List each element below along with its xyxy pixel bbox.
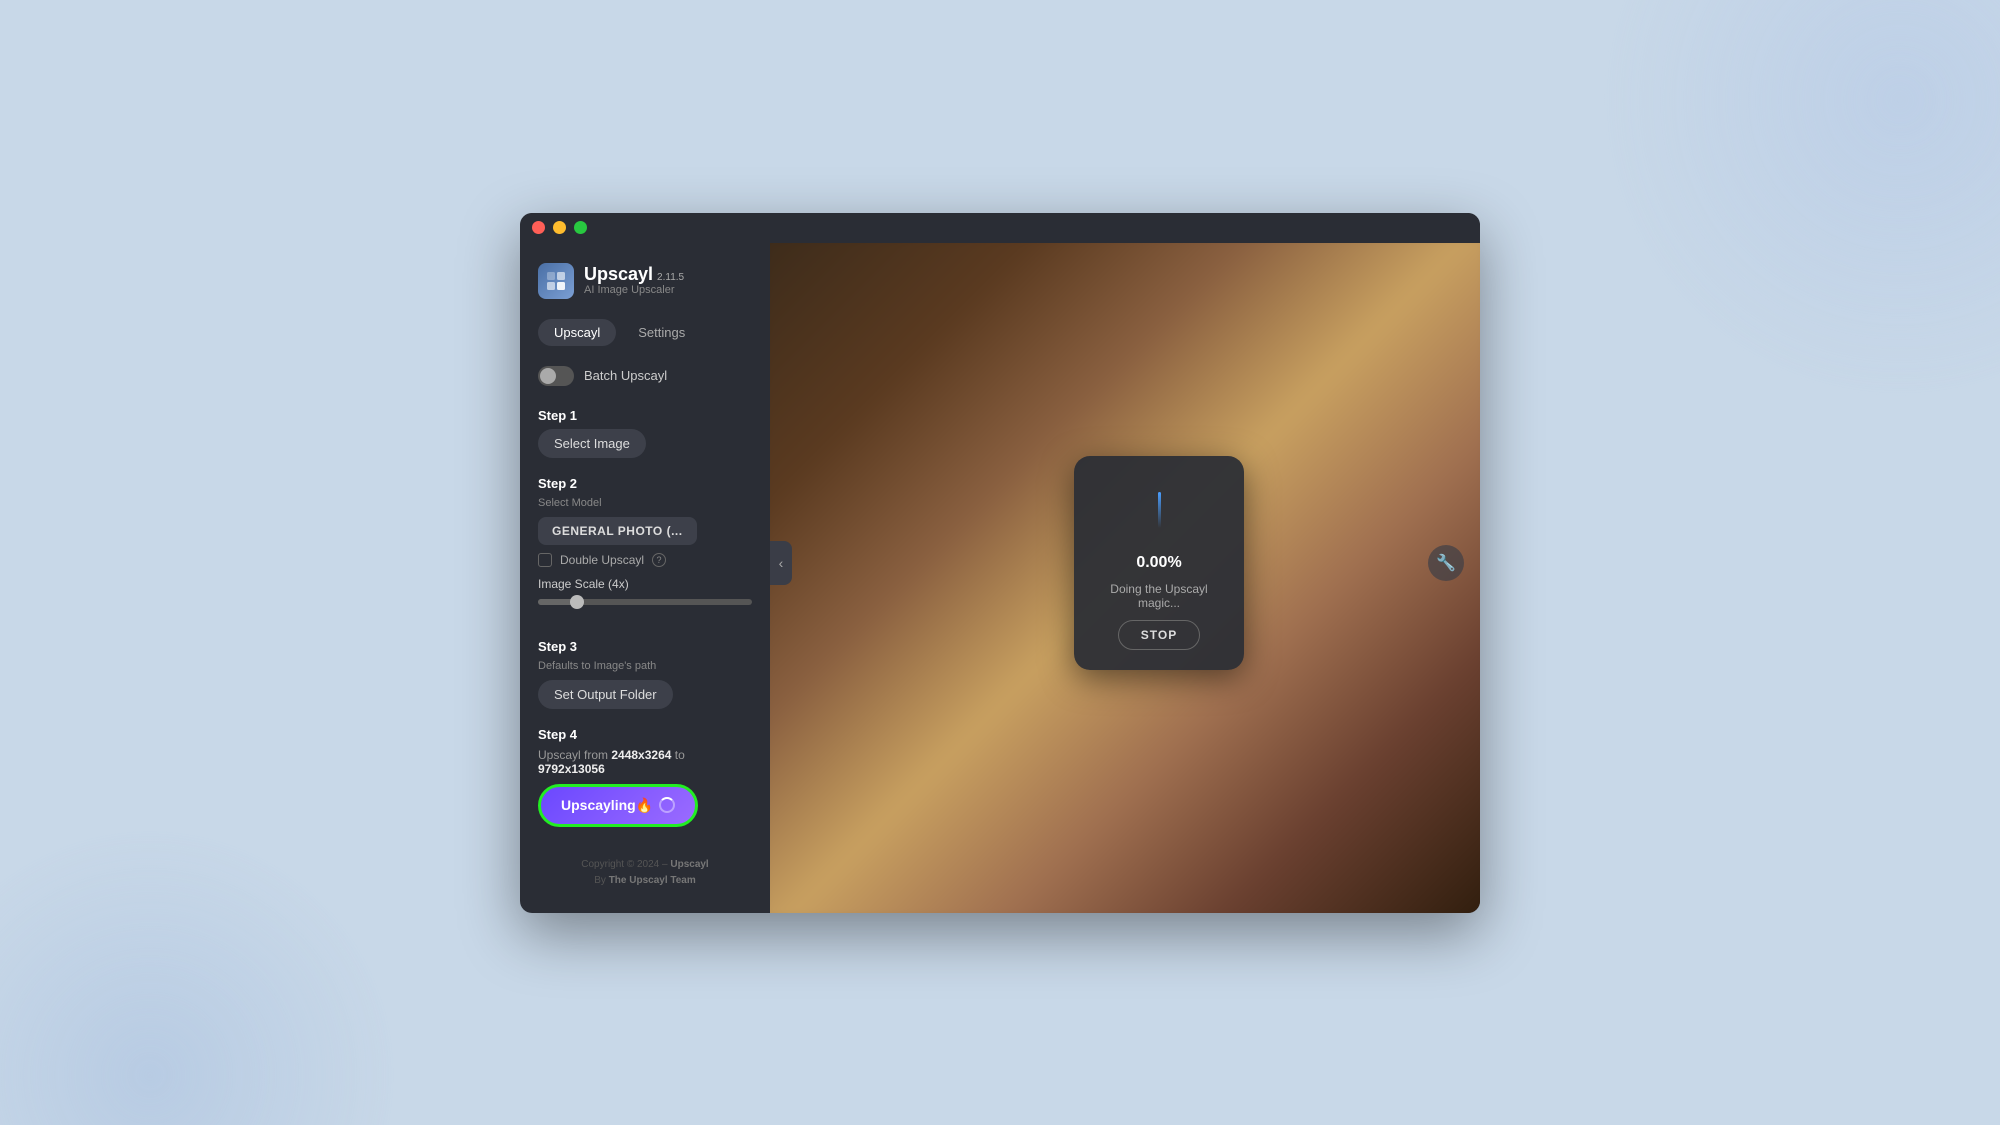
upscayl-button[interactable]: Upscayling🔥 bbox=[538, 784, 698, 827]
step4-to: to bbox=[675, 748, 685, 762]
step4-prefix: Upscayl from bbox=[538, 748, 611, 762]
double-upscayl-checkbox[interactable] bbox=[538, 553, 552, 567]
step4-label: Step 4 bbox=[538, 727, 752, 742]
step3-section: Step 3 Defaults to Image's path Set Outp… bbox=[538, 639, 752, 709]
upscayl-button-label: Upscayling🔥 bbox=[561, 797, 653, 814]
close-button[interactable] bbox=[532, 221, 545, 234]
double-upscayl-label: Double Upscayl bbox=[560, 553, 644, 567]
copyright-app: Upscayl bbox=[670, 859, 708, 870]
select-image-button[interactable]: Select Image bbox=[538, 429, 646, 458]
copyright-team: The Upscayl Team bbox=[609, 875, 696, 886]
progress-percent: 0.00% bbox=[1136, 554, 1181, 572]
batch-toggle-label: Batch Upscayl bbox=[584, 368, 667, 383]
step4-section: Step 4 Upscayl from 2448x3264 to 9792x13… bbox=[538, 727, 752, 827]
minimize-button[interactable] bbox=[553, 221, 566, 234]
model-select-button[interactable]: GENERAL PHOTO (... bbox=[538, 517, 697, 545]
settings-icon-button[interactable]: 🔧 bbox=[1428, 545, 1464, 581]
step4-description: Upscayl from 2448x3264 to 9792x13056 bbox=[538, 748, 752, 776]
step2-label: Step 2 bbox=[538, 476, 752, 491]
progress-indicator bbox=[1158, 492, 1161, 528]
step1-section: Step 1 Select Image bbox=[538, 408, 752, 458]
progress-modal: 0.00% Doing the Upscayl magic... STOP bbox=[1074, 456, 1244, 670]
step2-sublabel: Select Model bbox=[538, 497, 752, 509]
set-output-folder-button[interactable]: Set Output Folder bbox=[538, 680, 673, 709]
scale-label: Image Scale (4x) bbox=[538, 577, 752, 591]
batch-toggle-row: Batch Upscayl bbox=[538, 366, 752, 386]
progress-bar-container bbox=[1129, 480, 1189, 540]
wrench-icon: 🔧 bbox=[1436, 553, 1456, 573]
step3-sublabel: Defaults to Image's path bbox=[538, 660, 752, 672]
sidebar: Upscayl2.11.5 AI Image Upscaler Upscayl … bbox=[520, 213, 770, 913]
app-title-group: Upscayl2.11.5 AI Image Upscaler bbox=[584, 265, 684, 297]
step1-label: Step 1 bbox=[538, 408, 752, 423]
batch-toggle-switch[interactable] bbox=[538, 366, 574, 386]
copyright: Copyright © 2024 – Upscayl By The Upscay… bbox=[538, 845, 752, 897]
app-subtitle: AI Image Upscaler bbox=[584, 284, 684, 296]
spinner-icon bbox=[659, 797, 675, 813]
titlebar bbox=[520, 213, 1480, 243]
main-content: ‹ 0.00% Doing the Upscayl magic... STOP … bbox=[770, 213, 1480, 913]
app-title: Upscayl2.11.5 bbox=[584, 265, 684, 285]
step2-section: Step 2 Select Model GENERAL PHOTO (... D… bbox=[538, 476, 752, 621]
app-window: Upscayl2.11.5 AI Image Upscaler Upscayl … bbox=[520, 213, 1480, 913]
collapse-sidebar-button[interactable]: ‹ bbox=[770, 541, 792, 585]
step4-from-size: 2448x3264 bbox=[611, 748, 671, 762]
step3-label: Step 3 bbox=[538, 639, 752, 654]
double-upscayl-row: Double Upscayl ? bbox=[538, 553, 752, 567]
tab-row: Upscayl Settings bbox=[538, 319, 752, 346]
help-badge[interactable]: ? bbox=[652, 553, 666, 567]
stop-button[interactable]: STOP bbox=[1118, 620, 1200, 650]
tab-settings[interactable]: Settings bbox=[622, 319, 701, 346]
copyright-by: By bbox=[594, 875, 606, 886]
tab-upscayl[interactable]: Upscayl bbox=[538, 319, 616, 346]
scale-slider-track[interactable] bbox=[538, 599, 752, 605]
copyright-text: Copyright © 2024 – bbox=[581, 859, 667, 870]
app-header: Upscayl2.11.5 AI Image Upscaler bbox=[538, 263, 752, 299]
maximize-button[interactable] bbox=[574, 221, 587, 234]
step4-to-size: 9792x13056 bbox=[538, 762, 605, 776]
scale-slider-thumb[interactable] bbox=[570, 595, 584, 609]
app-logo bbox=[538, 263, 574, 299]
chevron-left-icon: ‹ bbox=[779, 555, 784, 571]
progress-status: Doing the Upscayl magic... bbox=[1094, 582, 1224, 610]
